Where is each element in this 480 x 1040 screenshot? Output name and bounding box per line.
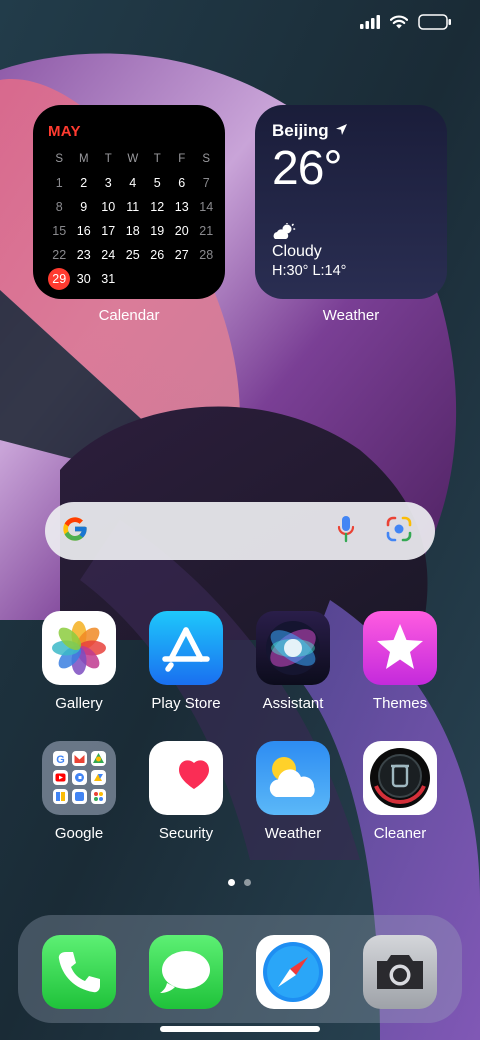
calendar-day: 14 [199, 200, 214, 214]
calendar-day: 12 [150, 200, 165, 214]
app-label: Gallery [55, 695, 103, 712]
app-themes[interactable]: Themes [350, 611, 450, 712]
heart-icon [149, 741, 223, 815]
calendar-weekday: T [104, 153, 112, 165]
safari-compass-icon[interactable] [256, 935, 330, 1009]
weather-city-row: Beijing [272, 121, 431, 141]
calendar-day: 11 [126, 200, 140, 214]
calendar-day: 15 [52, 224, 67, 238]
calendar-grid: S M T W T F S 1 2 3 4 5 6 7 8 9 10 11 12 13 14 15 16 17 18 19 20 21… [47, 150, 213, 290]
wifi-icon [390, 15, 408, 29]
calendar-day: 25 [125, 248, 140, 262]
home-indicator[interactable] [160, 1026, 320, 1032]
calendar-day: 30 [76, 272, 91, 286]
app-google-folder[interactable]: G Google [29, 741, 129, 842]
app-store-icon [149, 611, 223, 685]
app-label: Assistant [262, 695, 324, 712]
calendar-weekday: T [153, 153, 161, 165]
calendar-weekday: S [55, 153, 64, 165]
calendar-day: 2 [80, 176, 88, 190]
google-folder-icon: G [42, 741, 116, 815]
star-icon [363, 611, 437, 685]
calendar-day: 31 [101, 272, 116, 286]
cellular-signal-icon [360, 15, 380, 29]
calendar-today-marker: 29 [48, 268, 71, 290]
google-g-icon [61, 515, 89, 548]
app-security[interactable]: Security [136, 741, 236, 842]
calendar-day: 27 [174, 248, 189, 262]
camera-icon[interactable] [363, 935, 437, 1009]
calendar-day: 26 [150, 248, 165, 262]
calendar-day: 5 [153, 176, 161, 190]
calendar-day: 23 [76, 248, 91, 262]
app-label: Themes [372, 695, 428, 712]
calendar-weekday: F [178, 153, 186, 165]
calendar-day: 19 [150, 224, 165, 238]
calendar-day: 4 [129, 176, 137, 190]
calendar-day: 6 [178, 176, 186, 190]
weather-city: Beijing [272, 121, 329, 140]
calendar-day: 18 [125, 224, 140, 238]
sun-cloud-icon [256, 741, 330, 815]
weather-widget[interactable]: Beijing 26° Cloudy H:30° L:14° [255, 105, 447, 299]
app-label: Google [54, 825, 104, 842]
calendar-day: 1 [55, 176, 63, 190]
partly-cloudy-icon [272, 222, 431, 241]
weather-high-low: H:30° L:14° [272, 263, 347, 279]
calendar-day: 13 [174, 200, 189, 214]
location-arrow-icon [335, 121, 348, 141]
app-label: Play Store [151, 695, 221, 712]
app-play-store[interactable]: Play Store [136, 611, 236, 712]
app-label: Weather [264, 825, 322, 842]
page-dot-active[interactable] [228, 879, 235, 886]
page-dot[interactable] [244, 879, 251, 886]
calendar-day: 9 [80, 200, 88, 214]
svg-text:G: G [56, 754, 65, 766]
calendar-day: 8 [55, 200, 63, 214]
calendar-widget[interactable]: MAY S M T W T F S 1 2 3 4 5 6 7 8 9 10 11 12 13 14 15 16 17 18 19… [33, 105, 225, 299]
weather-widget-label: Weather [322, 307, 380, 324]
calendar-widget-label: Calendar [98, 307, 160, 324]
calendar-day: 24 [101, 248, 116, 262]
app-label: Security [158, 825, 214, 842]
app-gallery[interactable]: Gallery [29, 611, 129, 712]
weather-condition: Cloudy [272, 243, 322, 260]
calendar-day-today: 29 [47, 268, 72, 290]
google-lens-icon[interactable] [385, 515, 413, 548]
app-weather[interactable]: Weather [243, 741, 343, 842]
calendar-weekday: M [78, 153, 89, 165]
messages-icon[interactable] [149, 935, 223, 1009]
cleaner-icon [363, 741, 437, 815]
dock [18, 915, 462, 1023]
page-indicator[interactable] [228, 879, 251, 886]
google-search-bar[interactable] [45, 502, 435, 560]
calendar-day: 3 [104, 176, 112, 190]
calendar-day: 21 [199, 224, 214, 238]
siri-icon [256, 611, 330, 685]
microphone-icon[interactable] [337, 515, 355, 548]
calendar-day: 22 [52, 248, 67, 262]
calendar-day: 20 [174, 224, 189, 238]
weather-temperature: 26° [272, 142, 343, 195]
calendar-weekday: S [202, 153, 211, 165]
calendar-day: 7 [202, 176, 210, 190]
calendar-day: 16 [76, 224, 91, 238]
calendar-month: MAY [48, 123, 81, 140]
app-cleaner[interactable]: Cleaner [350, 741, 450, 842]
status-bar [360, 14, 452, 30]
calendar-day: 17 [101, 224, 116, 238]
phone-icon[interactable] [42, 935, 116, 1009]
battery-icon [418, 14, 452, 30]
calendar-day: 10 [101, 200, 116, 214]
gallery-icon [42, 611, 116, 685]
app-assistant[interactable]: Assistant [243, 611, 343, 712]
calendar-weekday: W [127, 153, 139, 165]
calendar-day: 28 [199, 248, 214, 262]
app-label: Cleaner [373, 825, 427, 842]
